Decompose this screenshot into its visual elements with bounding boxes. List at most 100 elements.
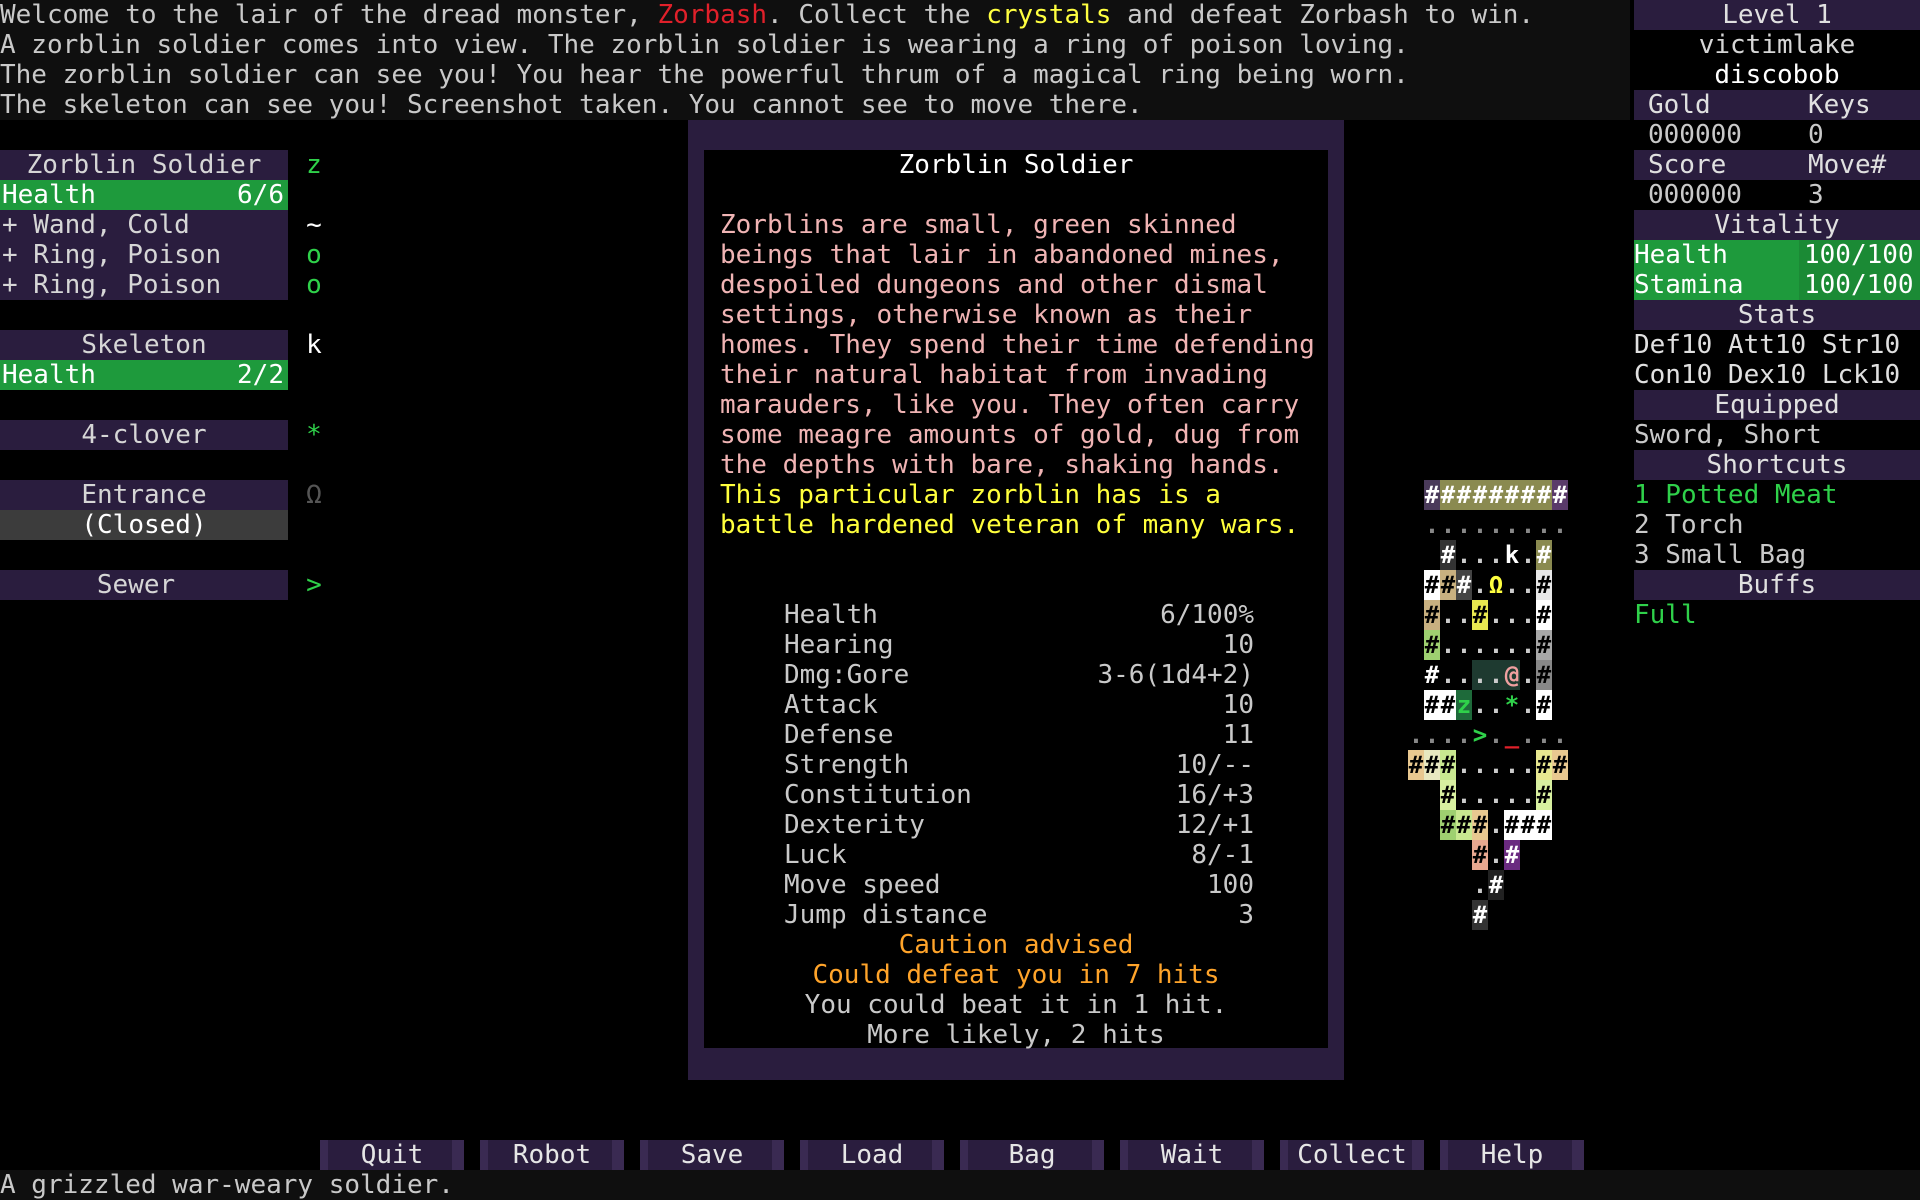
collect-button[interactable]: Collect: [1280, 1140, 1424, 1170]
button-edge: [452, 1140, 464, 1170]
map-tile: .: [1520, 601, 1536, 629]
stat-label: Jump distance: [784, 900, 988, 930]
shortcut-1[interactable]: 1 Potted Meat: [1634, 480, 1838, 510]
player-stamina-bar: Stamina 100/100: [1634, 270, 1920, 300]
map-tile: .: [1488, 721, 1504, 749]
stat-value: 16/+3: [1175, 780, 1254, 810]
stat-row: Health 6/100%: [784, 600, 1254, 630]
bag-button[interactable]: Bag: [960, 1140, 1104, 1170]
map-tile: _: [1504, 721, 1520, 749]
map-tile: .: [1472, 781, 1488, 809]
button-edge: [1572, 1140, 1584, 1170]
stat-value: 3-6(1d4+2): [1097, 660, 1254, 690]
wall-tile: #: [1472, 600, 1488, 630]
stat-label: Move speed: [784, 870, 941, 900]
map-tile: .: [1456, 751, 1472, 779]
stat-label: Defense: [784, 720, 894, 750]
stat-row: Constitution 16/+3: [784, 780, 1254, 810]
wall-tile: #: [1488, 480, 1504, 510]
dialog-description-highlight: This particular zorblin has is a battle …: [720, 480, 1300, 540]
monster-info-dialog[interactable]: Zorblin Soldier Zorblins are small, gree…: [688, 120, 1344, 1080]
skeleton-health-label: Health: [2, 360, 96, 390]
zorblin-header[interactable]: Zorblin Soldier: [0, 150, 288, 180]
equipped-item[interactable]: Sword, Short: [1634, 420, 1822, 450]
button-edge: [772, 1140, 784, 1170]
wait-button[interactable]: Wait: [1120, 1140, 1264, 1170]
button-edge: [320, 1140, 328, 1170]
player-tile: @: [1504, 660, 1520, 690]
zorblin-item-ring-2[interactable]: + Ring, Poison: [0, 270, 288, 300]
wall-tile: #: [1456, 570, 1472, 600]
map-tile: .: [1488, 781, 1504, 809]
map-tile: .: [1536, 721, 1552, 749]
zorblin-item-wand[interactable]: + Wand, Cold: [0, 210, 288, 240]
button-edge: [1280, 1140, 1288, 1170]
message-text: A zorblin soldier comes into view. The z…: [0, 30, 1409, 60]
map-tile: z: [1456, 690, 1472, 720]
wait-label: Wait: [1160, 1140, 1224, 1170]
map-tile: .: [1520, 721, 1536, 749]
map-tile: .: [1456, 511, 1472, 539]
sewer-header[interactable]: Sewer: [0, 570, 288, 600]
map-tile: *: [1504, 691, 1520, 719]
stat-row: Jump distance 3: [784, 900, 1254, 930]
zorblin-glyph: z: [306, 150, 322, 180]
skeleton-header[interactable]: Skeleton: [0, 330, 288, 360]
wall-tile: #: [1424, 661, 1440, 689]
stat-value: 100: [1207, 870, 1254, 900]
wall-tile: #: [1440, 570, 1456, 600]
score-value: 000000: [1648, 180, 1742, 210]
clover-header[interactable]: 4-clover: [0, 420, 288, 450]
button-edge: [932, 1140, 944, 1170]
wall-tile: #: [1552, 480, 1568, 510]
map-tile: .: [1488, 541, 1504, 569]
map-tile: .: [1488, 811, 1504, 839]
map-tile: .: [1472, 660, 1488, 690]
zorblin-health-bar: Health 6/6: [0, 180, 288, 210]
stat-row: Hearing 10: [784, 630, 1254, 660]
map-tile: .: [1472, 691, 1488, 719]
quit-button[interactable]: Quit: [320, 1140, 464, 1170]
monster-name-text: Zorbash: [657, 0, 768, 30]
map-tile: .: [1440, 721, 1456, 749]
stats-header: Stats: [1634, 300, 1920, 330]
stat-row: Luck 8/-1: [784, 840, 1254, 870]
keys-value: 0: [1808, 120, 1824, 150]
score-label: Score: [1648, 150, 1727, 180]
button-edge: [480, 1140, 488, 1170]
stats-line-1: Def10 Att10 Str10: [1634, 330, 1901, 360]
score-move-header: Score Move#: [1634, 150, 1920, 180]
map-tile: .: [1440, 631, 1456, 659]
message-line-1: Welcome to the lair of the dread monster…: [0, 0, 1630, 30]
shortcut-3[interactable]: 3 Small Bag: [1634, 540, 1806, 570]
map-tile: .: [1488, 511, 1504, 539]
entrance-header[interactable]: Entrance: [0, 480, 288, 510]
load-button[interactable]: Load: [800, 1140, 944, 1170]
wall-tile: #: [1536, 690, 1552, 720]
zorblin-item-ring-1[interactable]: + Ring, Poison: [0, 240, 288, 270]
message-text: and defeat Zorbash to win.: [1111, 0, 1535, 30]
zorblin-health-label: Health: [2, 180, 96, 210]
map-tile: >: [1472, 721, 1488, 749]
dialog-title: Zorblin Soldier: [898, 150, 1134, 180]
map-tile: .: [1456, 661, 1472, 689]
map-tile: .: [1504, 781, 1520, 809]
shortcut-2[interactable]: 2 Torch: [1634, 510, 1744, 540]
save-button[interactable]: Save: [640, 1140, 784, 1170]
skeleton-health-value: 2/2: [237, 360, 284, 390]
map-tile: .: [1520, 541, 1536, 569]
gold-value: 000000: [1648, 120, 1742, 150]
help-button[interactable]: Help: [1440, 1140, 1584, 1170]
stat-value: 10: [1222, 630, 1254, 660]
wall-tile: #: [1536, 480, 1552, 510]
map-tile: .: [1520, 661, 1536, 689]
ring-glyph: o: [306, 240, 322, 270]
map-tile: .: [1504, 751, 1520, 779]
wall-tile: #: [1536, 540, 1552, 570]
wall-tile: #: [1536, 780, 1552, 810]
stat-label: Hearing: [784, 630, 894, 660]
map-tile: .: [1552, 511, 1568, 539]
wall-tile: #: [1536, 600, 1552, 630]
robot-button[interactable]: Robot: [480, 1140, 624, 1170]
map-tile: .: [1488, 601, 1504, 629]
